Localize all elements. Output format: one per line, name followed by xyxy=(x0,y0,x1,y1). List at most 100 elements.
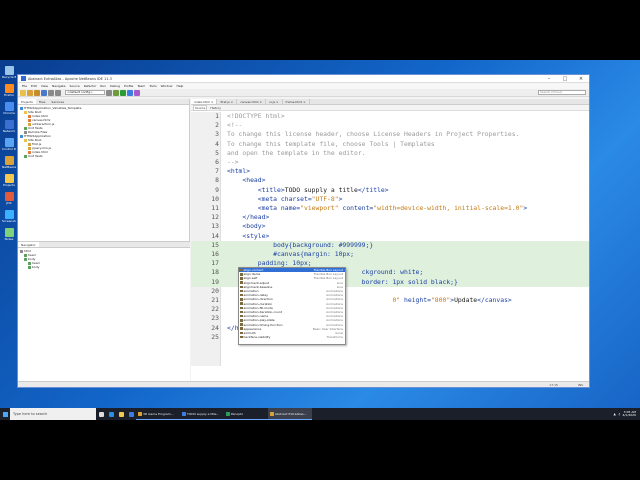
document-tab[interactable]: frame.html × xyxy=(283,99,310,104)
desktop-icon-label: Chrome xyxy=(3,112,15,115)
tree-node-icon xyxy=(28,146,31,150)
tab-projects[interactable]: Projects xyxy=(18,99,36,104)
desktop-icon[interactable]: Network xyxy=(2,120,16,133)
new-project-icon[interactable] xyxy=(27,89,33,96)
ide-search-input[interactable]: Search (Ctrl+I) xyxy=(538,90,586,95)
menu-item[interactable]: Run xyxy=(98,84,108,88)
clean-build-icon[interactable] xyxy=(113,89,119,96)
menu-item[interactable]: Profile xyxy=(122,84,135,88)
menu-item[interactable]: Help xyxy=(174,84,185,88)
line-number: 2 xyxy=(215,121,219,130)
taskbar-app[interactable]: TODO supply a title... xyxy=(180,408,224,420)
tab-navigator[interactable]: Navigator xyxy=(18,242,39,247)
desktop-icon[interactable]: Notes xyxy=(2,228,16,241)
desktop-icon[interactable]: NetBeans xyxy=(2,156,16,169)
menu-item[interactable]: View xyxy=(39,84,50,88)
desktop-icon-glyph xyxy=(4,192,14,201)
code-text: To change this license header, choose Li… xyxy=(227,130,520,139)
menu-item[interactable]: Navigate xyxy=(50,84,67,88)
desktop-icon[interactable]: Control Panel xyxy=(2,138,16,151)
document-tab[interactable]: canvas.html × xyxy=(237,99,266,104)
debug-icon[interactable] xyxy=(127,89,133,96)
tree-node-icon xyxy=(28,142,31,146)
edge-icon[interactable] xyxy=(106,408,116,420)
task-view-icon[interactable] xyxy=(96,408,106,420)
letterbox-top xyxy=(0,0,640,60)
code-line: 6 --> xyxy=(191,158,589,167)
desktop-icon-glyph xyxy=(4,102,14,111)
desktop-icon-glyph xyxy=(4,210,14,219)
menu-item[interactable]: Refactor xyxy=(82,84,99,88)
editor-tab-history[interactable]: History xyxy=(210,106,221,110)
editor-tab-source[interactable]: Source xyxy=(193,104,208,111)
completion-item[interactable]: backface-visibility Transforms xyxy=(239,335,345,339)
profile-icon[interactable] xyxy=(134,89,140,96)
desktop-icon[interactable]: Projects xyxy=(2,174,16,187)
minimize-button[interactable]: – xyxy=(541,75,557,83)
line-number: 5 xyxy=(215,148,219,157)
line-number: 17 xyxy=(211,259,219,268)
css-property-icon xyxy=(240,298,243,301)
line-number: 25 xyxy=(211,332,219,341)
tree-item[interactable]: Unit Tests xyxy=(20,154,187,158)
undo-icon[interactable] xyxy=(48,89,54,96)
desktop-icon[interactable]: Chrome xyxy=(2,102,16,115)
line-number: 14 xyxy=(211,231,219,240)
taskbar-app-label: Abstract ExtraAlias... xyxy=(275,411,307,416)
network-icon[interactable]: ▲ xyxy=(614,412,616,416)
css-property-icon xyxy=(240,331,243,335)
desktop-icon[interactable]: JDK xyxy=(2,192,16,205)
config-select[interactable]: <default config> xyxy=(65,90,105,95)
new-file-icon[interactable] xyxy=(20,89,26,96)
clock[interactable]: 3:05 AM 4/1/2020 xyxy=(623,410,636,418)
desktop-icon[interactable]: Firefox xyxy=(2,84,16,97)
run-icon[interactable] xyxy=(120,89,126,96)
menu-item[interactable]: Debug xyxy=(108,84,122,88)
build-icon[interactable] xyxy=(106,89,112,96)
tab-files[interactable]: Files xyxy=(36,99,49,104)
document-tab[interactable]: first.js × xyxy=(217,99,238,104)
volume-icon[interactable]: ♫ xyxy=(618,412,621,416)
html-tag-icon xyxy=(20,249,23,253)
code-line: 5 and open the template in the editor. xyxy=(191,149,589,158)
desktop-icon-label: Firefox xyxy=(4,94,14,97)
taskbar-app[interactable]: Panopto xyxy=(224,408,268,420)
maximize-button[interactable]: □ xyxy=(557,75,573,83)
taskbar-search[interactable]: Type here to search xyxy=(10,408,96,420)
document-tab[interactable]: ui.js × xyxy=(266,99,283,104)
close-button[interactable]: × xyxy=(573,75,589,83)
desktop-icon-label: NetBeans xyxy=(2,166,16,169)
code-text: <meta name="viewport" content="width=dev… xyxy=(257,204,528,212)
taskbar-app[interactable]: Abstract ExtraAlias... xyxy=(268,408,312,420)
save-all-icon[interactable] xyxy=(41,89,47,96)
redo-icon[interactable] xyxy=(55,89,61,96)
taskbar-app-label: 3D Game Program... xyxy=(143,411,174,416)
code-text: <meta charset="UTF-8"> xyxy=(257,194,343,203)
document-tab[interactable]: index.html × xyxy=(191,99,218,104)
line-number: 6 xyxy=(215,158,219,166)
navigator-panel: Navigator html head body head body xyxy=(18,241,190,381)
desktop-icon[interactable]: Screenshots xyxy=(2,210,16,223)
line-number: 1 xyxy=(215,112,219,120)
menu-item[interactable]: Tools xyxy=(147,84,158,88)
code-line: 11 <meta name="viewport" content="width=… xyxy=(191,204,589,213)
store-icon[interactable] xyxy=(126,408,136,420)
menu-item[interactable]: Edit xyxy=(29,84,39,88)
desktop-icon-label: Notes xyxy=(4,238,14,241)
taskbar-app[interactable]: 3D Game Program... xyxy=(136,408,180,420)
desktop-icon[interactable]: Recycle Bin xyxy=(2,66,16,79)
desktop-icon-label: Recycle Bin xyxy=(2,76,16,79)
code-line: 10 <meta charset="UTF-8"> xyxy=(191,195,589,204)
menu-item[interactable]: File xyxy=(20,84,29,88)
menu-item[interactable]: Team xyxy=(135,84,147,88)
start-button[interactable] xyxy=(0,408,10,420)
menu-item[interactable]: Window xyxy=(159,84,175,88)
tab-services[interactable]: Services xyxy=(48,99,67,104)
file-explorer-icon[interactable] xyxy=(116,408,126,420)
menu-item[interactable]: Source xyxy=(67,84,81,88)
open-project-icon[interactable] xyxy=(34,89,40,96)
code-text: <title>TODO supply a title</title> xyxy=(257,185,389,194)
navigator-item[interactable]: body xyxy=(20,265,188,269)
taskbar-apps: 3D Game Program... TODO supply a title...… xyxy=(136,408,312,420)
projects-tree: HTML5Application_Variables_Template Site … xyxy=(18,105,189,159)
